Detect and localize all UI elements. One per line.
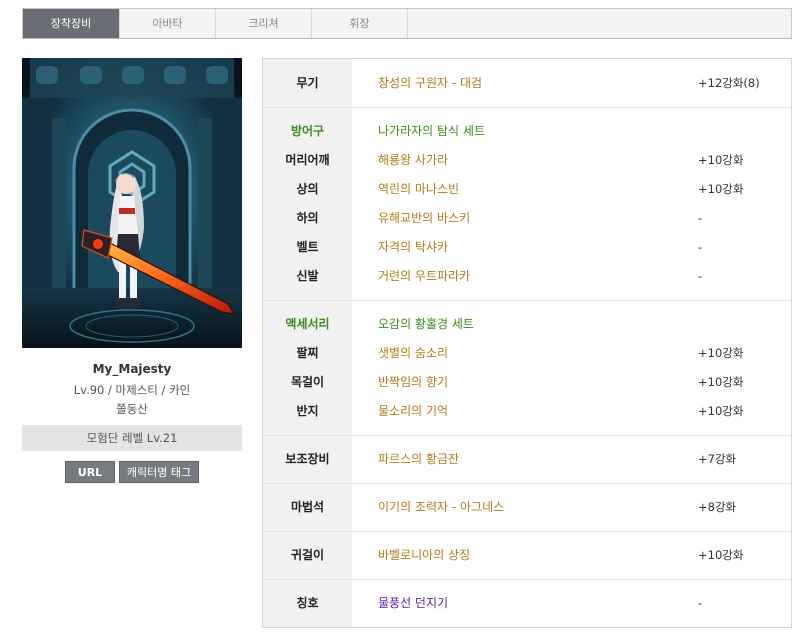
item-enhance: +8강화 bbox=[698, 500, 737, 514]
tab-creature[interactable]: 크리쳐 bbox=[216, 9, 312, 38]
equipment-group-accessory: 액세서리 오감의 황홀경 세트 bbox=[263, 314, 791, 334]
slot-label: 머리어깨 bbox=[285, 153, 330, 167]
slot-label: 목걸이 bbox=[290, 375, 325, 389]
slot-label: 하의 bbox=[296, 211, 319, 225]
equipment-group-armor: 방어구 나가라자의 탐식 세트 bbox=[263, 121, 791, 141]
item-name[interactable]: 반짝임의 향기 bbox=[378, 372, 448, 392]
item-name[interactable]: 바벨로니아의 상징 bbox=[378, 545, 470, 565]
row-divider bbox=[263, 107, 791, 108]
item-name[interactable]: 파르스의 황금잔 bbox=[378, 449, 459, 469]
slot-label: 벨트 bbox=[296, 240, 319, 254]
equipment-row-belt: 벨트 자격의 탁샤카 - bbox=[263, 237, 791, 257]
equipment-row-top: 상의 역린의 마나스빈 +10강화 bbox=[263, 179, 791, 199]
slot-label: 반지 bbox=[296, 404, 319, 418]
item-enhance: +10강화 bbox=[698, 182, 744, 196]
character-guild: 쫄동산 bbox=[116, 402, 148, 416]
equipment-row-title: 칭호 물풍선 던지기 - bbox=[263, 593, 791, 613]
equipment-row-bracelet: 팔찌 샛별의 숨소리 +10강화 bbox=[263, 343, 791, 363]
slot-label: 신발 bbox=[296, 269, 319, 283]
equipment-row-magicstone: 마법석 이기의 조력자 - 아그네스 +8강화 bbox=[263, 497, 791, 517]
item-name[interactable]: 물풍선 던지기 bbox=[378, 593, 448, 613]
tab-equipped[interactable]: 장착장비 bbox=[23, 9, 120, 38]
equipment-row-weapon: 무기 창성의 구원자 - 대검 +12강화(8) bbox=[263, 73, 791, 93]
item-enhance: - bbox=[698, 596, 703, 610]
item-name[interactable]: 창성의 구원자 - 대검 bbox=[378, 73, 482, 93]
equipment-row-earring: 귀걸이 바벨로니아의 상징 +10강화 bbox=[263, 545, 791, 565]
slot-label: 보조장비 bbox=[285, 452, 330, 466]
character-tag-button[interactable]: 캐릭터명 태그 bbox=[119, 461, 199, 483]
item-enhance: +10강화 bbox=[698, 404, 744, 418]
equipment-row-shoes: 신발 거련의 우트파라카 - bbox=[263, 266, 791, 286]
item-name[interactable]: 거련의 우트파라카 bbox=[378, 266, 470, 286]
equipment-row-necklace: 목걸이 반짝임의 향기 +10강화 bbox=[263, 372, 791, 392]
slot-label: 마법석 bbox=[290, 500, 325, 514]
item-name[interactable]: 유해교반의 바스키 bbox=[378, 208, 470, 228]
equipment-row-bottom: 하의 유해교반의 바스키 - bbox=[263, 208, 791, 228]
item-enhance: +10강화 bbox=[698, 375, 744, 389]
set-name[interactable]: 나가라자의 탐식 세트 bbox=[378, 121, 485, 141]
item-enhance: - bbox=[698, 211, 703, 225]
url-button[interactable]: URL bbox=[65, 461, 115, 483]
equipment-tab-bar: 장착장비 아바타 크리쳐 휘장 bbox=[22, 8, 792, 39]
item-enhance: +10강화 bbox=[698, 153, 744, 167]
item-enhance: +10강화 bbox=[698, 548, 744, 562]
group-label: 액세서리 bbox=[285, 317, 330, 331]
slot-label: 칭호 bbox=[296, 596, 319, 610]
equipment-row-sub: 보조장비 파르스의 황금잔 +7강화 bbox=[263, 449, 791, 469]
character-illustration bbox=[22, 58, 242, 348]
slot-label: 귀걸이 bbox=[290, 548, 325, 562]
row-divider bbox=[263, 579, 791, 580]
item-name[interactable]: 역린의 마나스빈 bbox=[378, 179, 459, 199]
item-enhance: - bbox=[698, 269, 703, 283]
group-label: 방어구 bbox=[290, 124, 325, 138]
item-name[interactable]: 이기의 조력자 - 아그네스 bbox=[378, 497, 504, 517]
equipment-table: 무기 창성의 구원자 - 대검 +12강화(8) 방어구 나가라자의 탐식 세트… bbox=[262, 58, 792, 628]
slot-label: 상의 bbox=[296, 182, 319, 196]
equipment-row-ring: 반지 물소리의 기억 +10강화 bbox=[263, 401, 791, 421]
item-enhance: +10강화 bbox=[698, 346, 744, 360]
row-divider bbox=[263, 300, 791, 301]
tab-emblem[interactable]: 휘장 bbox=[312, 9, 408, 38]
item-name[interactable]: 자격의 탁샤카 bbox=[378, 237, 448, 257]
equipment-row-shoulder: 머리어깨 해룡왕 사가라 +10강화 bbox=[263, 150, 791, 170]
row-divider bbox=[263, 435, 791, 436]
character-name: My_Majesty bbox=[92, 362, 172, 376]
slot-label: 팔찌 bbox=[296, 346, 319, 360]
tab-avatar[interactable]: 아바타 bbox=[120, 9, 216, 38]
character-portrait bbox=[22, 58, 242, 348]
row-divider bbox=[263, 483, 791, 484]
item-name[interactable]: 해룡왕 사가라 bbox=[378, 150, 448, 170]
row-divider bbox=[263, 531, 791, 532]
item-enhance: - bbox=[698, 240, 703, 254]
adventure-level: 모험단 레벨 Lv.21 bbox=[22, 425, 242, 451]
item-enhance: +7강화 bbox=[698, 452, 737, 466]
slot-label: 무기 bbox=[296, 76, 319, 90]
item-name[interactable]: 샛별의 숨소리 bbox=[378, 343, 448, 363]
character-level-job: Lv.90 / 마제스티 / 카인 bbox=[73, 383, 191, 397]
set-name[interactable]: 오감의 황홀경 세트 bbox=[378, 314, 474, 334]
item-name[interactable]: 물소리의 기억 bbox=[378, 401, 448, 421]
item-enhance: +12강화(8) bbox=[698, 76, 760, 90]
